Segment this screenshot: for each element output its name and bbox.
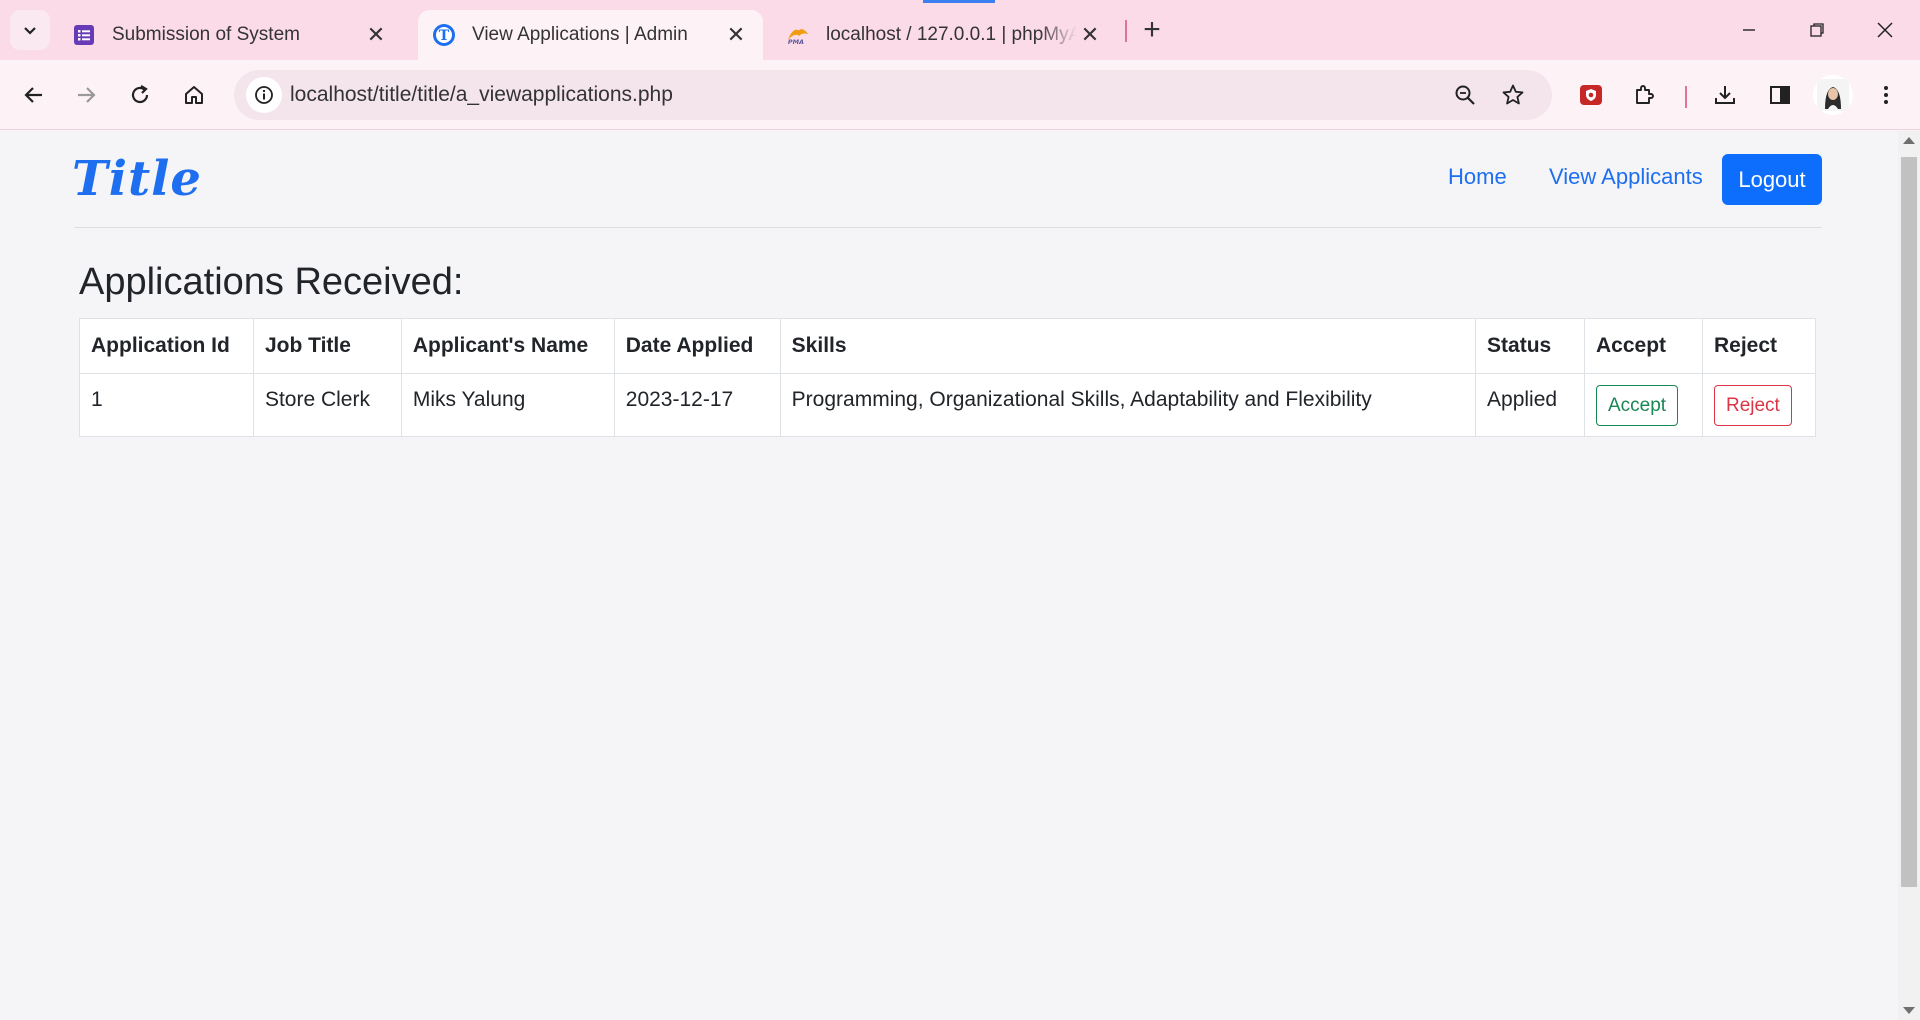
url-text[interactable]: localhost/title/title/a_viewapplications… bbox=[290, 83, 673, 107]
side-panel-icon bbox=[1770, 86, 1790, 104]
puzzle-icon bbox=[1636, 85, 1654, 104]
tab-search-button[interactable] bbox=[10, 10, 50, 50]
cell-accept: Accept bbox=[1583, 373, 1703, 437]
column-header-applicant-name: Applicant's Name bbox=[400, 318, 615, 374]
nav-home-link[interactable]: Home bbox=[1448, 164, 1507, 190]
home-button[interactable] bbox=[174, 75, 214, 115]
brand-logo[interactable]: Title bbox=[72, 151, 202, 207]
reject-button[interactable]: Reject bbox=[1713, 385, 1792, 426]
star-icon bbox=[1502, 84, 1524, 105]
svg-text:T: T bbox=[439, 28, 450, 44]
arrow-right-icon bbox=[78, 87, 96, 103]
cell-skills: Programming, Organizational Skills, Adap… bbox=[779, 373, 1477, 437]
column-header-job-title: Job Title bbox=[252, 318, 402, 374]
close-icon[interactable]: ✕ bbox=[363, 22, 389, 48]
column-header-skills: Skills bbox=[779, 318, 1477, 374]
column-header-reject: Reject bbox=[1701, 318, 1817, 374]
restore-button[interactable] bbox=[1792, 10, 1842, 50]
svg-text:PMA: PMA bbox=[788, 38, 804, 46]
chevron-down-icon bbox=[24, 27, 36, 35]
tab-phpmyadmin[interactable]: PMA localhost / 127.0.0.1 | phpMyAd ✕ bbox=[772, 10, 1117, 60]
profile-avatar[interactable] bbox=[1813, 75, 1853, 115]
zoom-out-icon bbox=[1455, 85, 1475, 105]
logout-button[interactable]: Logout bbox=[1722, 154, 1822, 205]
tab-title: Submission of System bbox=[112, 24, 300, 45]
side-panel-button[interactable] bbox=[1760, 75, 1800, 115]
column-header-status: Status bbox=[1475, 318, 1585, 374]
close-icon[interactable]: ✕ bbox=[1077, 22, 1103, 48]
accept-button[interactable]: Accept bbox=[1595, 385, 1679, 426]
table-header-row: Application Id Job Title Applicant's Nam… bbox=[79, 318, 1817, 374]
scroll-up-arrow-icon[interactable] bbox=[1903, 137, 1915, 144]
reload-button[interactable] bbox=[120, 75, 160, 115]
more-vertical-icon bbox=[1884, 86, 1888, 104]
download-icon bbox=[1715, 86, 1735, 104]
phpmyadmin-icon: PMA bbox=[786, 23, 810, 47]
close-icon bbox=[1877, 22, 1893, 38]
extensions-button[interactable] bbox=[1625, 75, 1665, 115]
minimize-icon bbox=[1743, 29, 1755, 31]
downloads-button[interactable] bbox=[1705, 75, 1745, 115]
new-tab-button[interactable]: + bbox=[1135, 12, 1169, 48]
home-icon bbox=[185, 86, 203, 104]
cell-applicant-name: Miks Yalung bbox=[400, 373, 615, 437]
address-bar[interactable]: localhost/title/title/a_viewapplications… bbox=[234, 70, 1552, 120]
arrow-left-icon bbox=[24, 87, 42, 103]
tab-strip: Submission of System ✕ T View Applicatio… bbox=[0, 0, 1920, 60]
column-header-accept: Accept bbox=[1583, 318, 1703, 374]
scroll-down-arrow-icon[interactable] bbox=[1903, 1007, 1915, 1014]
minimize-button[interactable] bbox=[1724, 10, 1774, 50]
nav-view-applicants-link[interactable]: View Applicants bbox=[1549, 164, 1703, 190]
applications-table: Application Id Job Title Applicant's Nam… bbox=[79, 318, 1817, 437]
site-logo-icon: T bbox=[432, 23, 456, 47]
bookmark-button[interactable] bbox=[1498, 80, 1528, 110]
cell-date-applied: 2023-12-17 bbox=[613, 373, 781, 437]
page-title: Applications Received: bbox=[79, 261, 464, 303]
toolbar-divider bbox=[1685, 86, 1687, 108]
vertical-scrollbar[interactable] bbox=[1898, 131, 1920, 1020]
forward-button[interactable] bbox=[66, 75, 106, 115]
shield-icon bbox=[1580, 85, 1602, 105]
plus-icon: + bbox=[1143, 13, 1161, 46]
browser-menu-button[interactable] bbox=[1866, 75, 1906, 115]
navbar-divider bbox=[74, 227, 1822, 228]
cell-status: Applied bbox=[1475, 373, 1585, 437]
form-list-icon bbox=[72, 23, 96, 47]
restore-icon bbox=[1810, 23, 1824, 37]
tab-submission-of-system[interactable]: Submission of System ✕ bbox=[58, 10, 403, 60]
column-header-application-id: Application Id bbox=[79, 318, 254, 374]
close-window-button[interactable] bbox=[1860, 10, 1910, 50]
avatar-icon bbox=[1817, 79, 1849, 111]
back-button[interactable] bbox=[14, 75, 54, 115]
cell-application-id: 1 bbox=[79, 373, 254, 437]
tab-title: localhost / 127.0.0.1 | phpMyAd bbox=[826, 24, 1077, 45]
browser-toolbar: localhost/title/title/a_viewapplications… bbox=[0, 60, 1920, 130]
zoom-button[interactable] bbox=[1450, 80, 1480, 110]
tab-divider bbox=[1125, 20, 1127, 42]
tab-loading-indicator bbox=[923, 0, 995, 3]
info-icon bbox=[255, 86, 273, 104]
reload-icon bbox=[131, 85, 149, 104]
table-row: 1 Store Clerk Miks Yalung 2023-12-17 Pro… bbox=[79, 373, 1817, 437]
tab-view-applications[interactable]: T View Applications | Admin ✕ bbox=[418, 10, 763, 60]
page-viewport: Title Home View Applicants Logout Applic… bbox=[0, 131, 1898, 1020]
cell-job-title: Store Clerk bbox=[252, 373, 402, 437]
cell-reject: Reject bbox=[1701, 373, 1817, 437]
close-icon[interactable]: ✕ bbox=[723, 22, 749, 48]
tab-title: View Applications | Admin bbox=[472, 24, 688, 45]
column-header-date-applied: Date Applied bbox=[613, 318, 781, 374]
site-info-button[interactable] bbox=[246, 77, 282, 113]
scrollbar-thumb[interactable] bbox=[1901, 157, 1917, 887]
extension-ublock-button[interactable] bbox=[1571, 75, 1611, 115]
